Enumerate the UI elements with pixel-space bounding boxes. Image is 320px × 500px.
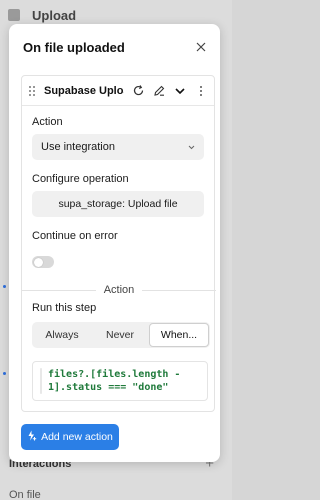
run-step-always[interactable]: Always (33, 323, 91, 347)
chevron-down-icon[interactable] (173, 84, 187, 98)
operation-value: supa_storage: Upload file (58, 198, 178, 210)
add-new-action-label: Add new action (41, 431, 113, 443)
action-select[interactable]: Use integration (32, 134, 204, 160)
code-gutter (40, 368, 42, 394)
divider-label: Action (103, 284, 135, 296)
modal-title: On file uploaded (23, 39, 125, 55)
code-line: 1].status === "done" (48, 382, 169, 393)
run-step-label: Run this step (32, 302, 97, 314)
close-icon[interactable] (194, 40, 208, 54)
lightning-plus-icon (27, 430, 37, 444)
continue-on-error-toggle[interactable] (32, 256, 54, 268)
card-header: Supabase Upload ... (22, 76, 214, 106)
grid-icon (8, 9, 20, 21)
divider-line (142, 289, 217, 291)
edit-icon[interactable] (152, 84, 166, 98)
chevron-down-icon (188, 145, 195, 149)
on-file-item[interactable]: On file (9, 489, 41, 500)
refresh-icon[interactable] (131, 84, 145, 98)
indicator-dot (3, 372, 6, 375)
indicator-dot (3, 285, 6, 288)
configure-operation-button[interactable]: supa_storage: Upload file (32, 191, 204, 217)
continue-on-error-label: Continue on error (32, 230, 118, 242)
action-divider: Action (22, 284, 217, 296)
drag-handle-icon[interactable] (28, 84, 38, 98)
code-line: files?.[files.length - (48, 369, 181, 380)
action-modal: On file uploaded Supabase Upload ... (9, 24, 220, 462)
add-new-action-button[interactable]: Add new action (21, 424, 119, 450)
card-title: Supabase Upload ... (44, 84, 124, 97)
code-text: files?.[files.length - 1].status === "do… (48, 368, 180, 394)
toggle-knob (33, 257, 43, 267)
configure-operation-label: Configure operation (32, 173, 129, 185)
action-card: Supabase Upload ... Action Use integrati… (21, 75, 217, 412)
run-step-never[interactable]: Never (91, 323, 149, 347)
more-options-icon[interactable] (194, 84, 208, 98)
background-title: Upload (32, 7, 77, 23)
action-select-value: Use integration (41, 141, 115, 153)
action-label: Action (32, 116, 63, 128)
run-step-segmented-control: Always Never When... (32, 322, 210, 348)
modal-header: On file uploaded (9, 24, 220, 70)
condition-code-editor[interactable]: files?.[files.length - 1].status === "do… (32, 361, 208, 401)
divider-line (22, 289, 96, 291)
run-step-when[interactable]: When... (149, 323, 209, 347)
